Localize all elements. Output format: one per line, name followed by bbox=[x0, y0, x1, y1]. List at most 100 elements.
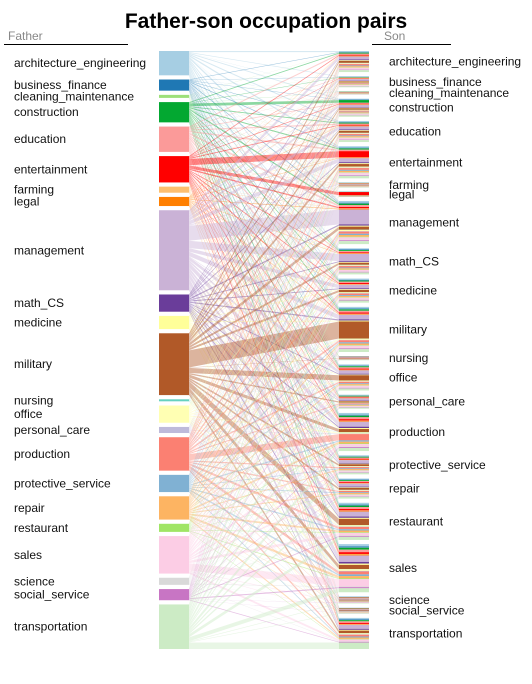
son-segment-restaurant-from-math_CS bbox=[339, 516, 369, 518]
father-bar-nursing[interactable] bbox=[159, 399, 189, 402]
son-segment-personal_care-from-office bbox=[339, 402, 369, 404]
father-bar-math_CS[interactable] bbox=[159, 294, 189, 312]
father-bar-production[interactable] bbox=[159, 437, 189, 471]
son-segment-architecture_engineering-from-business_finance bbox=[339, 52, 369, 53]
son-segment-social_service-from-management bbox=[339, 609, 369, 611]
son-segment-medicine-from-repair bbox=[339, 296, 369, 298]
father-bar-social_service[interactable] bbox=[159, 589, 189, 601]
father-bar-restaurant[interactable] bbox=[159, 523, 189, 532]
son-segment-production-from-office bbox=[339, 432, 369, 434]
father-bar-cleaning_maintenance[interactable] bbox=[159, 94, 189, 98]
son-segment-legal-from-entertainment bbox=[339, 192, 369, 196]
son-segment-transportation-from-office bbox=[339, 633, 369, 635]
son-segment-sales-from-personal_care bbox=[339, 570, 369, 572]
father-bar-transportation[interactable] bbox=[159, 604, 189, 649]
son-segment-entertainment-from-entertainment bbox=[339, 151, 369, 158]
son-segment-entertainment-from-office bbox=[339, 166, 369, 168]
father-label-cleaning_maintenance: cleaning_maintenance bbox=[14, 89, 134, 103]
son-segment-architecture_engineering-from-military bbox=[339, 60, 369, 63]
son-label-architecture_engineering: architecture_engineering bbox=[389, 55, 521, 69]
father-label-legal: legal bbox=[14, 194, 39, 208]
father-bar-medicine[interactable] bbox=[159, 315, 189, 330]
son-segment-education-from-entertainment bbox=[339, 124, 369, 126]
son-segment-production-from-transportation bbox=[339, 447, 369, 452]
son-segment-management-from-office bbox=[339, 229, 369, 232]
son-segment-entertainment-from-construction bbox=[339, 148, 369, 150]
son-segment-sales-from-office bbox=[339, 569, 369, 571]
son-segment-sales-from-architecture_engineering bbox=[339, 544, 369, 547]
son-segment-repair-from-protective_service bbox=[339, 492, 369, 494]
son-segment-math_CS-from-entertainment bbox=[339, 252, 369, 254]
son-segment-business_finance-from-production bbox=[339, 83, 369, 84]
father-bar-management[interactable] bbox=[159, 210, 189, 291]
son-segment-protective_service-from-office bbox=[339, 466, 369, 467]
son-segment-math_CS-from-social_service bbox=[339, 271, 369, 273]
father-bar-military[interactable] bbox=[159, 333, 189, 396]
father-bar-construction[interactable] bbox=[159, 102, 189, 123]
son-segment-education-from-military bbox=[339, 130, 369, 133]
son-segment-restaurant-from-restaurant bbox=[339, 532, 369, 533]
son-segment-personal_care-from-math_CS bbox=[339, 400, 369, 401]
son-segment-military-from-education bbox=[339, 310, 369, 313]
son-label-cleaning_maintenance: cleaning_maintenance bbox=[389, 86, 509, 100]
son-label-medicine: medicine bbox=[389, 284, 437, 298]
son-segment-management-from-construction bbox=[339, 203, 369, 206]
son-label-transportation: transportation bbox=[389, 626, 462, 640]
father-label-medicine: medicine bbox=[14, 315, 62, 329]
father-label-management: management bbox=[14, 243, 85, 257]
son-label-repair: repair bbox=[389, 482, 420, 496]
father-label-social_service: social_service bbox=[14, 588, 90, 602]
son-label-education: education bbox=[389, 125, 441, 139]
son-segment-production-from-management bbox=[339, 421, 369, 427]
son-segment-restaurant-from-management bbox=[339, 511, 369, 517]
father-bar-personal_care[interactable] bbox=[159, 426, 189, 434]
son-segment-construction-from-entertainment bbox=[339, 103, 369, 105]
son-segment-sales-from-social_service bbox=[339, 587, 369, 589]
son-segment-repair-from-math_CS bbox=[339, 486, 369, 488]
son-segment-medicine-from-business_finance bbox=[339, 279, 369, 281]
son-segment-personal_care-from-transportation bbox=[339, 407, 369, 409]
son-segment-restaurant-from-production bbox=[339, 526, 369, 530]
father-bar-architecture_engineering[interactable] bbox=[159, 51, 189, 76]
son-segment-entertainment-from-math_CS bbox=[339, 162, 369, 164]
son-segment-education-from-management bbox=[339, 126, 369, 130]
son-segment-management-from-protective_service bbox=[339, 233, 369, 236]
son-segment-protective_service-from-construction bbox=[339, 456, 369, 458]
son-segment-business_finance-from-sales bbox=[339, 85, 369, 86]
son-segment-education-from-sales bbox=[339, 137, 369, 140]
father-bar-business_finance[interactable] bbox=[159, 79, 189, 91]
father-bar-education[interactable] bbox=[159, 126, 189, 152]
son-segment-repair-from-military bbox=[339, 487, 369, 490]
son-segment-management-from-repair bbox=[339, 235, 369, 237]
father-bar-protective_service[interactable] bbox=[159, 474, 189, 493]
son-segment-military-from-construction bbox=[339, 309, 369, 311]
son-segment-transportation-from-architecture_engineering bbox=[339, 617, 369, 620]
father-bar-office[interactable] bbox=[159, 405, 189, 423]
son-segment-medicine-from-medicine bbox=[339, 289, 369, 290]
son-segment-management-from-entertainment bbox=[339, 207, 369, 209]
son-segment-protective_service-from-architecture_engineering bbox=[339, 455, 369, 457]
son-segment-entertainment-from-business_finance bbox=[339, 147, 369, 149]
son-segment-military-from-sales bbox=[339, 345, 369, 348]
son-label-math_CS: math_CS bbox=[389, 254, 439, 268]
son-segment-restaurant-from-construction bbox=[339, 505, 369, 508]
son-segment-protective_service-from-sales bbox=[339, 470, 369, 472]
father-bar-entertainment[interactable] bbox=[159, 156, 189, 183]
father-bar-sales[interactable] bbox=[159, 536, 189, 574]
father-bar-legal[interactable] bbox=[159, 196, 189, 207]
father-bar-repair[interactable] bbox=[159, 496, 189, 520]
son-segment-repair-from-management bbox=[339, 483, 369, 487]
son-segment-medicine-from-social_service bbox=[339, 299, 369, 301]
son-segment-medicine-from-military bbox=[339, 289, 369, 293]
son-segment-protective_service-from-military bbox=[339, 464, 369, 467]
father-bar-farming[interactable] bbox=[159, 186, 189, 193]
son-segment-transportation-from-transportation bbox=[339, 642, 369, 649]
son-segment-production-from-entertainment bbox=[339, 419, 369, 421]
son-segment-repair-from-architecture_engineering bbox=[339, 478, 369, 480]
son-segment-construction-from-sales bbox=[339, 113, 369, 115]
son-segment-production-from-restaurant bbox=[339, 443, 369, 445]
son-segment-transportation-from-construction bbox=[339, 620, 369, 622]
father-bar-science[interactable] bbox=[159, 577, 189, 585]
son-segment-restaurant-from-sales bbox=[339, 532, 369, 536]
son-segment-construction-from-office bbox=[339, 109, 369, 111]
